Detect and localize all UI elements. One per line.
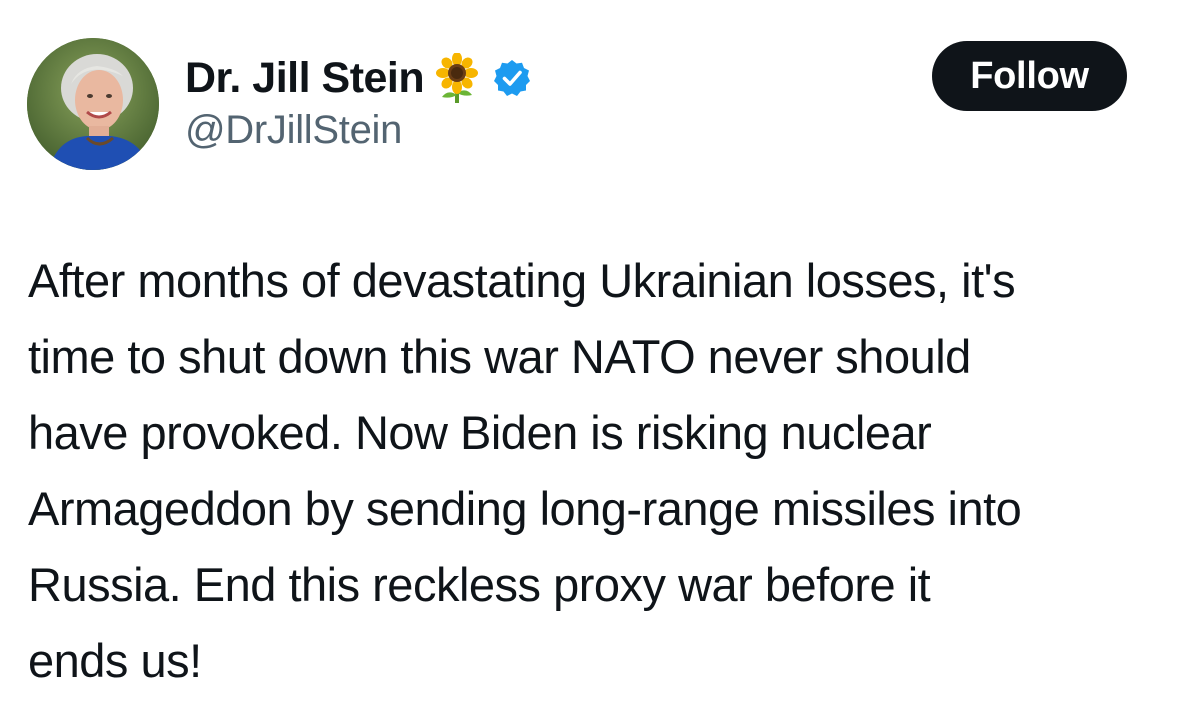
tweet-card: Dr. Jill Stein @DrJillStein Follow After… (0, 0, 1179, 718)
follow-button[interactable]: Follow (932, 41, 1127, 111)
tweet-text-line: After months of devastating Ukrainian lo… (28, 254, 1016, 307)
author-name-row[interactable]: Dr. Jill Stein (185, 50, 532, 106)
display-name[interactable]: Dr. Jill Stein (185, 54, 425, 103)
author-handle[interactable]: @DrJillStein (185, 108, 402, 153)
tweet-text-line: have provoked. Now Biden is risking nucl… (28, 406, 932, 459)
tweet-text-line: time to shut down this war NATO never sh… (28, 330, 971, 383)
avatar-image (27, 38, 159, 170)
tweet-text-line: ends us! (28, 634, 202, 687)
sunflower-icon (432, 52, 482, 103)
verified-badge-icon[interactable] (492, 58, 532, 98)
avatar[interactable] (27, 38, 159, 170)
tweet-text: After months of devastating Ukrainian lo… (28, 243, 1163, 699)
tweet-text-line: Russia. End this reckless proxy war befo… (28, 558, 931, 611)
tweet-text-line: Armageddon by sending long-range missile… (28, 482, 1022, 535)
